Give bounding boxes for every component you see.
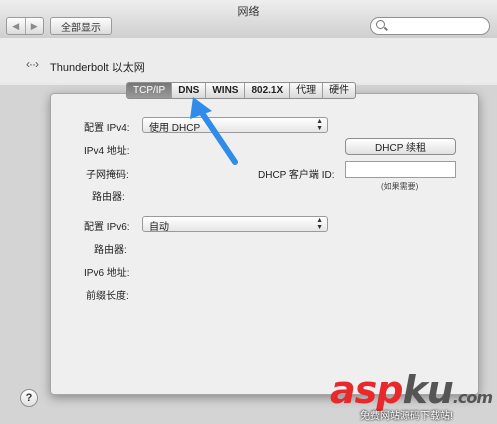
network-preferences-window: 网络 ◀ ▶ 全部显示 ‹··› Thunderbolt 以太网 TCP/IP …: [0, 0, 497, 424]
annotation-arrow: [190, 97, 238, 165]
watermark: aspku.com 免费网站源码下载站!: [330, 368, 493, 424]
watermark-subtitle: 免费网站源码下载站!: [360, 411, 453, 422]
arrow-shaft: [197, 107, 238, 165]
watermark-logo: aspku.com: [330, 368, 493, 412]
